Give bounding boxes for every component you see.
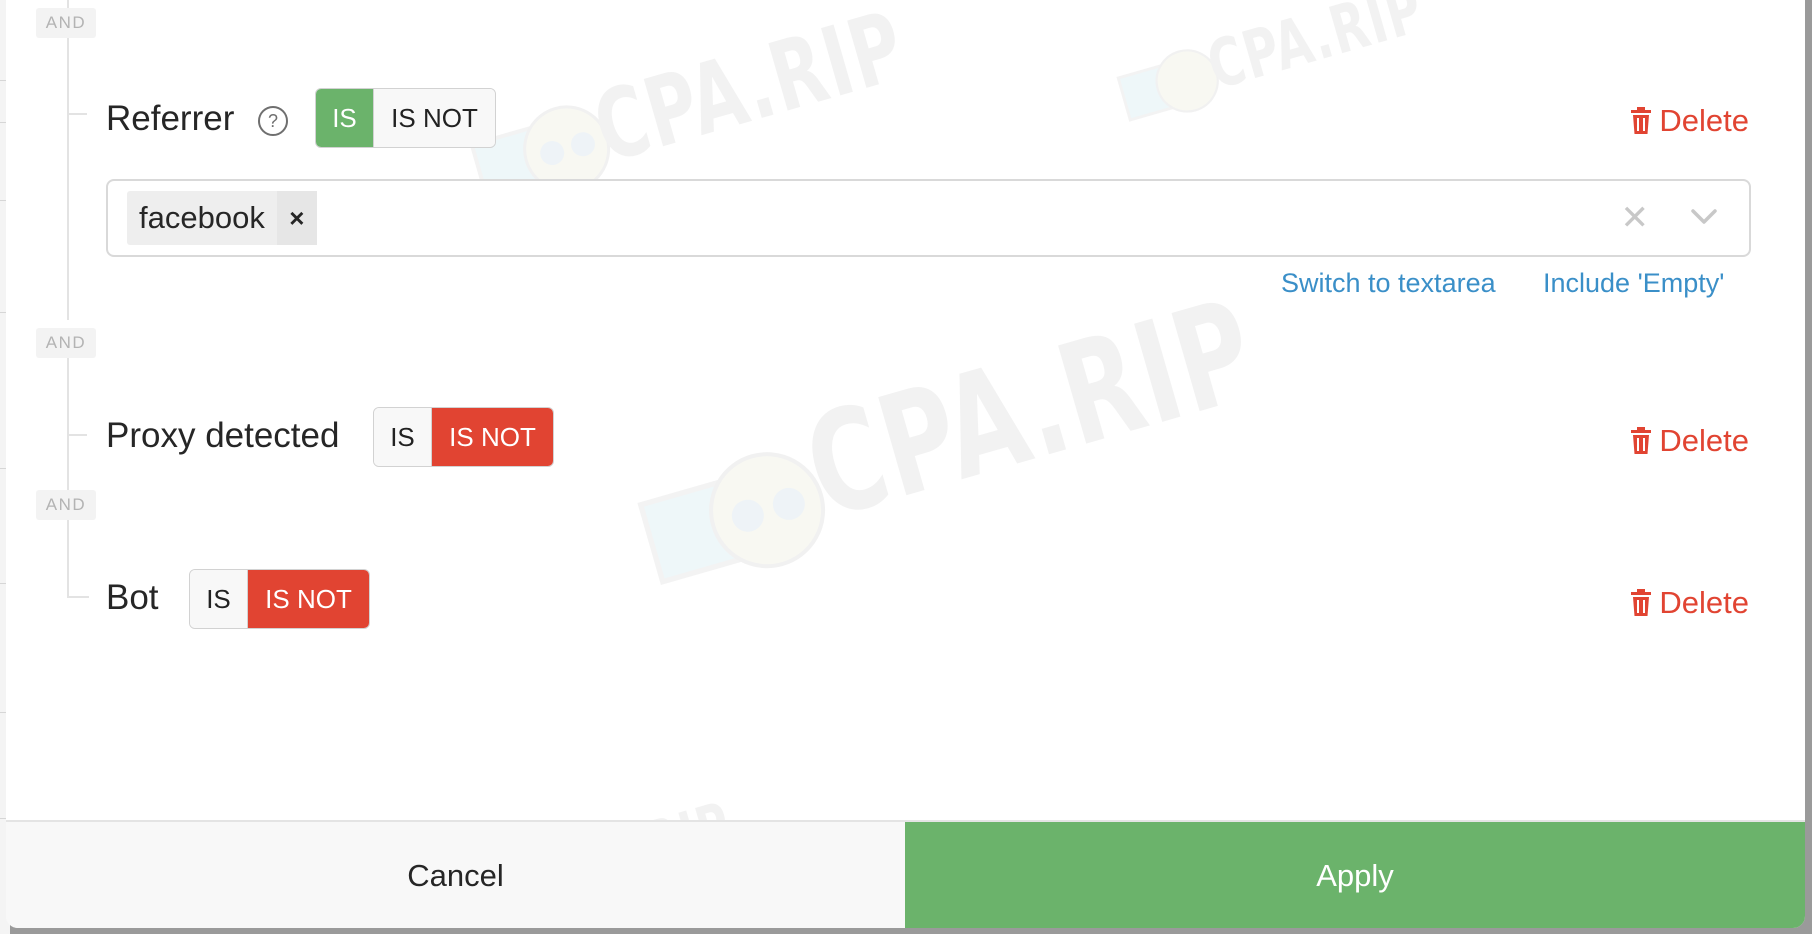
and-connector: AND [36, 8, 96, 38]
referrer-is-button[interactable]: IS [316, 89, 373, 147]
referrer-value-select[interactable]: facebook × ✕ [106, 179, 1751, 257]
delete-bot-button[interactable]: Delete [1629, 583, 1749, 623]
proxy-operator-toggle: IS IS NOT [373, 407, 554, 467]
condition-label-bot: Bot [106, 578, 159, 617]
condition-label-proxy-detected: Proxy detected [106, 416, 340, 455]
apply-button[interactable]: Apply [905, 822, 1805, 928]
delete-label: Delete [1659, 423, 1749, 458]
trash-icon [1631, 107, 1652, 134]
watermark-text: CPA.RIP [1199, 0, 1433, 105]
condition-label-referrer: Referrer [106, 99, 235, 138]
referrer-is-not-button[interactable]: IS NOT [374, 89, 495, 147]
and-connector: AND [36, 328, 96, 358]
clear-icon[interactable]: ✕ [1621, 201, 1650, 235]
delete-label: Delete [1659, 585, 1749, 620]
switch-to-textarea-link[interactable]: Switch to textarea [1281, 268, 1496, 299]
trash-icon [1631, 589, 1652, 616]
skull-watermark-icon [1116, 49, 1219, 122]
value-chip: facebook × [127, 191, 317, 245]
tree-line [67, 0, 69, 320]
help-icon[interactable]: ? [258, 106, 288, 136]
delete-referrer-button[interactable]: Delete [1629, 101, 1749, 141]
watermark-logo: CPA.RIP [625, 269, 1273, 622]
tree-branch [67, 520, 89, 598]
chip-label: facebook [139, 200, 265, 235]
bot-is-button[interactable]: IS [190, 570, 247, 628]
tree-line [67, 345, 69, 505]
trash-icon [1631, 427, 1652, 454]
filter-modal: CPA.RIP CPA.RIP CPA.RIP CPA.RIP AND AND … [6, 0, 1805, 928]
tree-branch [67, 113, 87, 115]
watermark-text: CPA.RIP [582, 0, 917, 185]
and-connector: AND [36, 490, 96, 520]
tree-branch [67, 434, 87, 436]
cancel-button[interactable]: Cancel [6, 822, 905, 928]
proxy-is-button[interactable]: IS [374, 408, 431, 466]
watermark-logo: CPA.RIP [1109, 0, 1432, 143]
bot-operator-toggle: IS IS NOT [189, 569, 370, 629]
remove-chip-icon[interactable]: × [276, 191, 317, 245]
referrer-operator-toggle: IS IS NOT [315, 88, 496, 148]
include-empty-link[interactable]: Include 'Empty' [1543, 268, 1724, 299]
skull-watermark-icon [637, 452, 826, 586]
watermark-text: CPA.RIP [789, 268, 1273, 552]
proxy-is-not-button[interactable]: IS NOT [432, 408, 553, 466]
delete-proxy-button[interactable]: Delete [1629, 421, 1749, 461]
chevron-down-icon[interactable] [1689, 199, 1719, 233]
bot-is-not-button[interactable]: IS NOT [248, 570, 369, 628]
modal-footer: Cancel Apply [6, 820, 1805, 928]
delete-label: Delete [1659, 103, 1749, 138]
